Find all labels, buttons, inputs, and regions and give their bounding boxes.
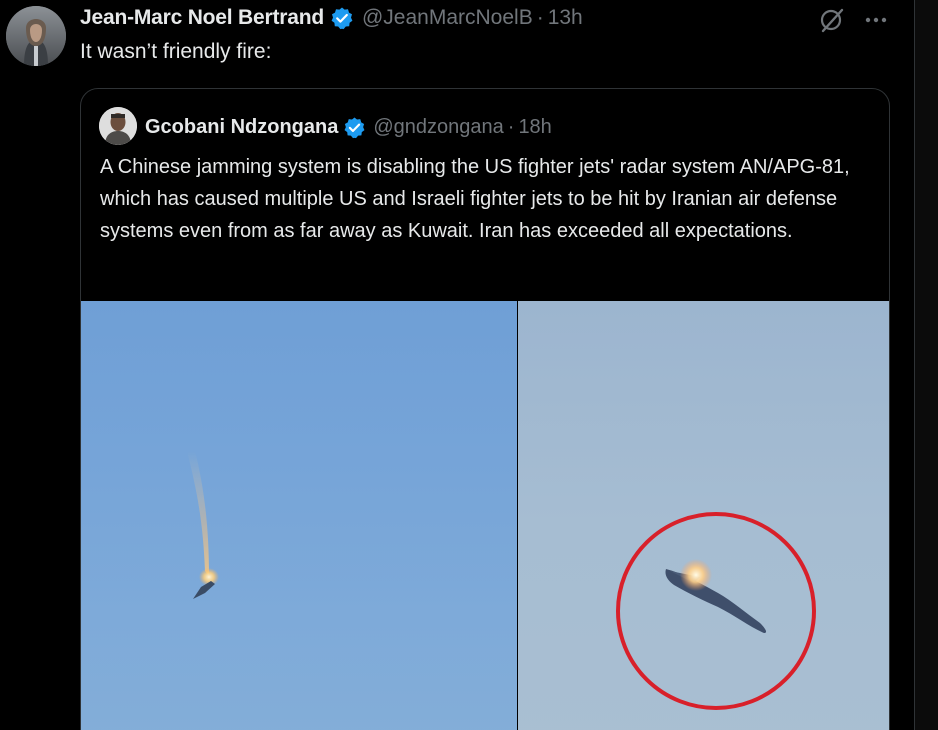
author-handle[interactable]: @JeanMarcNoelB: [362, 6, 533, 30]
verified-badge-icon[interactable]: [330, 6, 354, 30]
media-image-right[interactable]: [518, 301, 889, 730]
grok-icon[interactable]: [818, 6, 846, 34]
tweet-timestamp[interactable]: 13h: [548, 6, 583, 30]
quoted-tweet-text: A Chinese jamming system is disabling th…: [100, 156, 850, 242]
author-name[interactable]: Jean-Marc Noel Bertrand: [80, 6, 324, 30]
timeline-column: Jean-Marc Noel Bertrand @JeanMarcNoelB ·…: [0, 0, 916, 730]
quoted-author-name[interactable]: Gcobani Ndzongana: [145, 116, 338, 139]
tweet-text: It wasn’t friendly fire:: [80, 40, 272, 63]
quoted-header-separator: ·: [507, 115, 515, 138]
header-separator: ·: [536, 6, 544, 29]
media-image-left[interactable]: [81, 301, 517, 730]
author-avatar[interactable]: [6, 6, 66, 66]
tweet-header: Jean-Marc Noel Bertrand @JeanMarcNoelB ·…: [80, 4, 583, 32]
more-options-icon[interactable]: [862, 8, 890, 32]
quoted-author-handle[interactable]: @gndzongana: [373, 116, 503, 139]
quoted-tweet-card[interactable]: Gcobani Ndzongana @gndzongana · 18h A Ch…: [80, 88, 890, 730]
scrollbar-track[interactable]: [914, 0, 938, 730]
quoted-tweet-header: Gcobani Ndzongana @gndzongana · 18h: [145, 113, 552, 141]
verified-badge-icon[interactable]: [343, 116, 366, 139]
quoted-tweet-media[interactable]: [81, 301, 889, 730]
quoted-author-avatar[interactable]: [99, 107, 137, 145]
quoted-tweet-timestamp[interactable]: 18h: [518, 116, 551, 139]
